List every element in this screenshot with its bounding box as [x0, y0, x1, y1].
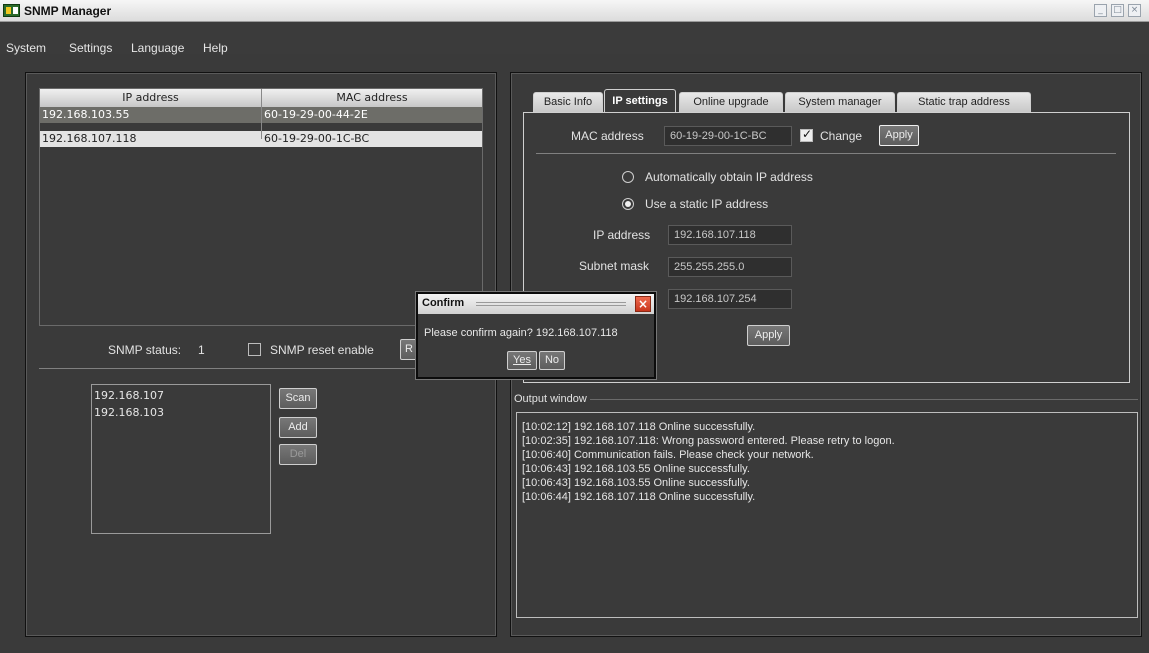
- dialog-message: Please confirm again? 192.168.107.118: [424, 327, 618, 339]
- snmp-status-label: SNMP status:: [108, 343, 182, 357]
- menu-help[interactable]: Help: [203, 41, 228, 55]
- tab-ip-settings[interactable]: IP settings: [604, 89, 676, 113]
- del-button[interactable]: Del: [279, 444, 317, 465]
- apply-ip-button[interactable]: Apply: [747, 325, 790, 346]
- close-icon[interactable]: ×: [1128, 4, 1141, 17]
- menu-system[interactable]: System: [6, 41, 46, 55]
- yes-button[interactable]: Yes: [507, 351, 537, 370]
- column-ip-address[interactable]: IP address: [40, 91, 261, 104]
- output-divider: [516, 399, 1138, 400]
- gateway-field[interactable]: 192.168.107.254: [668, 289, 792, 309]
- log-line: [10:06:43] 192.168.103.55 Online success…: [522, 463, 750, 475]
- tab-online-upgrade[interactable]: Online upgrade: [679, 92, 783, 112]
- tab-static-trap-address[interactable]: Static trap address: [897, 92, 1031, 112]
- ip-address-field[interactable]: 192.168.107.118: [668, 225, 792, 245]
- menu-bar: System Settings Language Help: [0, 22, 1149, 55]
- list-item[interactable]: 192.168.107: [94, 389, 164, 402]
- app-icon: [3, 4, 20, 17]
- auto-ip-label: Automatically obtain IP address: [645, 170, 813, 184]
- snmp-reset-checkbox[interactable]: [248, 343, 261, 356]
- no-button[interactable]: No: [539, 351, 565, 370]
- scan-button[interactable]: Scan: [279, 388, 317, 409]
- row-mac: 60-19-29-00-1C-BC: [264, 132, 370, 145]
- static-ip-label: Use a static IP address: [645, 197, 769, 211]
- tab-system-manager[interactable]: System manager: [785, 92, 895, 112]
- snmp-status-value: 1: [198, 343, 205, 357]
- mac-address-field[interactable]: 60-19-29-00-1C-BC: [664, 126, 792, 146]
- window-title: SNMP Manager: [24, 4, 112, 18]
- row-ip: 192.168.103.55: [42, 108, 130, 121]
- ip-address-label: IP address: [593, 228, 651, 242]
- title-bar: SNMP Manager _ □ ×: [0, 0, 1149, 22]
- divider: [536, 153, 1116, 154]
- static-ip-radio[interactable]: [622, 198, 634, 210]
- dialog-grip: [476, 302, 626, 306]
- dialog-title: Confirm: [422, 297, 465, 309]
- menu-language[interactable]: Language: [131, 41, 184, 55]
- change-checkbox[interactable]: ✓: [800, 127, 813, 142]
- menu-settings[interactable]: Settings: [69, 41, 112, 55]
- scan-list[interactable]: 192.168.107 192.168.103: [91, 384, 271, 534]
- maximize-icon[interactable]: □: [1111, 4, 1124, 17]
- device-table: IP address MAC address 192.168.103.55 60…: [39, 88, 483, 326]
- close-icon[interactable]: ×: [635, 296, 651, 312]
- apply-mac-button[interactable]: Apply: [879, 125, 919, 146]
- snmp-reset-label: SNMP reset enable: [270, 343, 374, 357]
- confirm-dialog: Confirm × Please confirm again? 192.168.…: [416, 292, 656, 379]
- subnet-mask-label: Subnet mask: [579, 259, 650, 273]
- list-item[interactable]: 192.168.103: [94, 406, 164, 419]
- output-window-title: Output window: [514, 393, 590, 405]
- check-icon: ✓: [802, 127, 813, 141]
- log-line: [10:02:35] 192.168.107.118: Wrong passwo…: [522, 435, 895, 447]
- dialog-title-bar[interactable]: Confirm ×: [418, 294, 654, 314]
- tab-basic-info[interactable]: Basic Info: [533, 92, 603, 112]
- subnet-mask-field[interactable]: 255.255.255.0: [668, 257, 792, 277]
- output-window[interactable]: [10:02:12] 192.168.107.118 Online succes…: [516, 412, 1138, 618]
- auto-ip-radio[interactable]: [622, 171, 634, 183]
- minimize-icon[interactable]: _: [1094, 4, 1107, 17]
- mac-address-label: MAC address: [571, 129, 644, 143]
- row-mac: 60-19-29-00-44-2E: [264, 108, 368, 121]
- log-line: [10:02:12] 192.168.107.118 Online succes…: [522, 421, 756, 433]
- log-line: [10:06:43] 192.168.103.55 Online success…: [522, 477, 750, 489]
- log-line: [10:06:44] 192.168.107.118 Online succes…: [522, 491, 756, 503]
- column-divider: [261, 89, 262, 139]
- change-label: Change: [820, 129, 863, 143]
- add-button[interactable]: Add: [279, 417, 317, 438]
- log-line: [10:06:40] Communication fails. Please c…: [522, 449, 814, 461]
- row-ip: 192.168.107.118: [42, 132, 137, 145]
- column-mac-address[interactable]: MAC address: [262, 91, 482, 104]
